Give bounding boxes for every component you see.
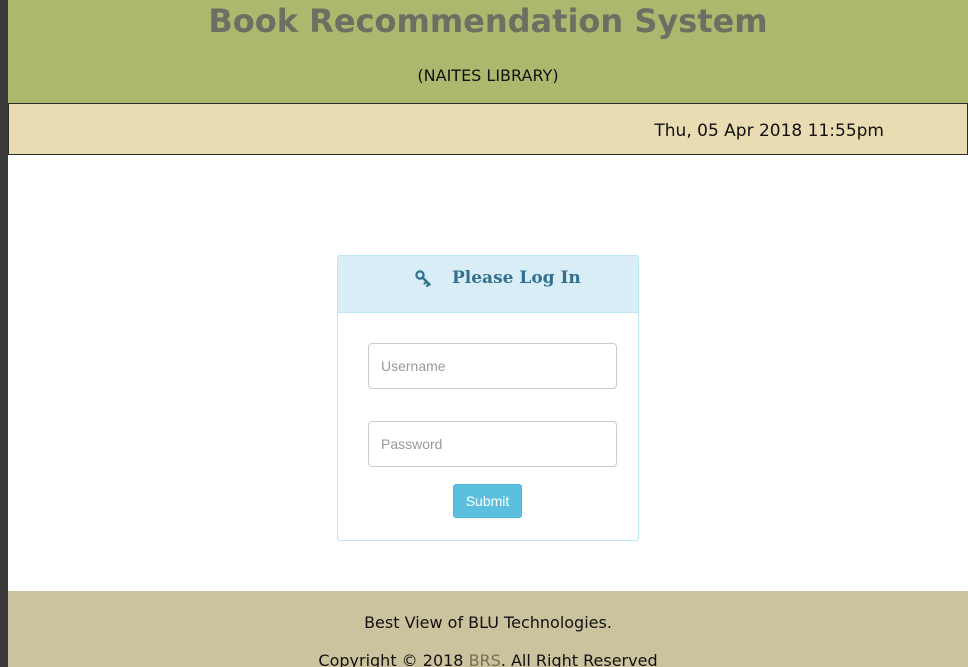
current-datetime: Thu, 05 Apr 2018 11:55pm [654, 121, 884, 141]
username-input[interactable] [368, 343, 617, 389]
site-subtitle: (NAITES LIBRARY) [417, 66, 559, 85]
login-panel-heading: Please Log In [338, 256, 638, 313]
brs-link[interactable]: BRS [469, 651, 501, 667]
login-title: Please Log In [452, 268, 581, 288]
submit-button[interactable]: Submit [453, 484, 522, 518]
key-icon [414, 269, 434, 289]
copyright-prefix: Copyright © 2018 [318, 651, 469, 667]
site-header: Book Recommendation System (NAITES LIBRA… [8, 0, 968, 103]
site-footer: Best View of BLU Technologies. Copyright… [8, 591, 968, 667]
footer-copyright: Copyright © 2018 BRS. All Right Reserved [8, 651, 968, 667]
site-title: Book Recommendation System [208, 2, 768, 40]
login-panel: Please Log In Submit [337, 255, 639, 541]
copyright-suffix: . All Right Reserved [500, 651, 658, 667]
password-input[interactable] [368, 421, 617, 467]
footer-credit: Best View of BLU Technologies. [364, 613, 612, 632]
date-bar: Thu, 05 Apr 2018 11:55pm [8, 103, 968, 155]
left-window-edge [0, 0, 8, 667]
